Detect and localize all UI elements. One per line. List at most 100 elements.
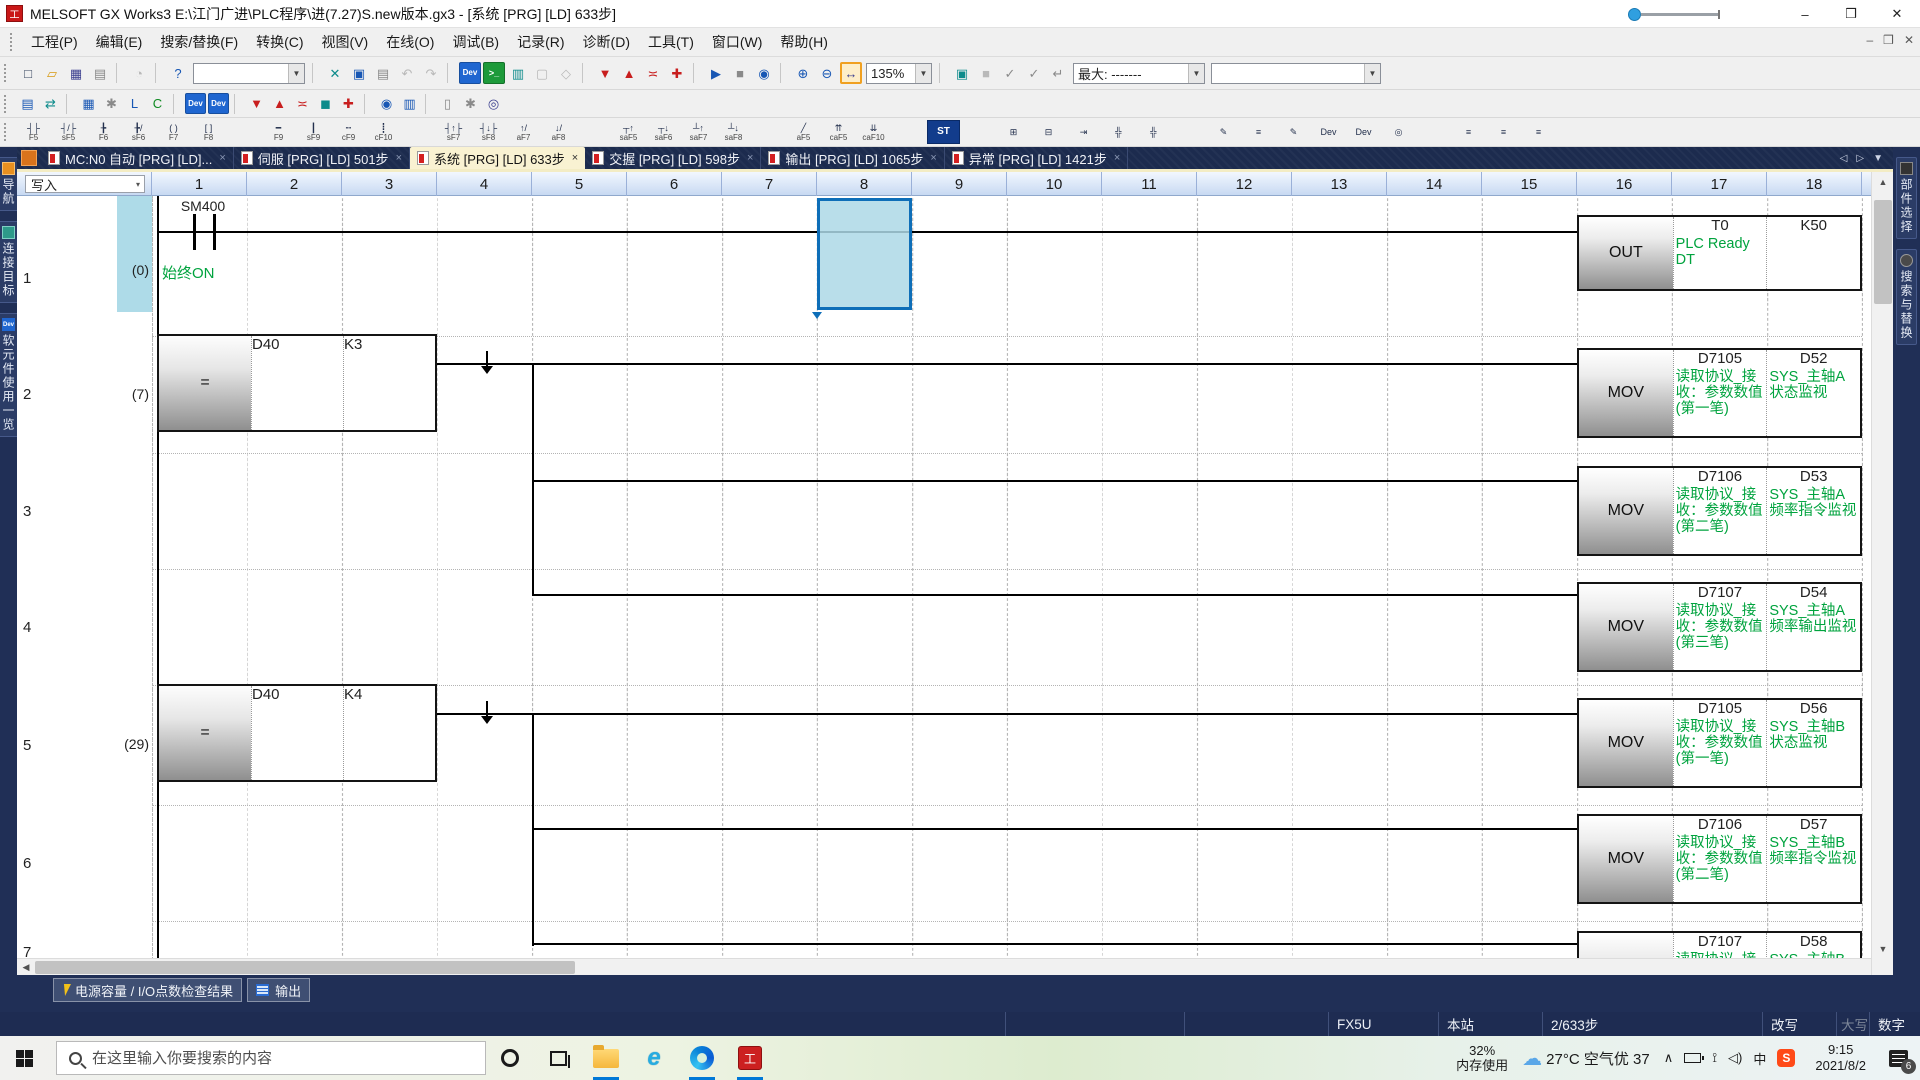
- compare-block[interactable]: = D40 K3: [157, 334, 437, 432]
- write-to-plc-icon[interactable]: ▼: [594, 62, 616, 84]
- navigation-window-icon[interactable]: ▤: [17, 93, 38, 114]
- application-instruction-button[interactable]: [ ]F8: [192, 120, 225, 144]
- list-view-icon-1[interactable]: ≡: [1452, 120, 1485, 144]
- chevron-down-icon[interactable]: ▼: [915, 64, 931, 83]
- contact-icon[interactable]: [213, 214, 216, 250]
- menu-item[interactable]: 编辑(E): [87, 28, 152, 56]
- invert-result-button[interactable]: ╱aF5: [787, 120, 820, 144]
- battery-icon[interactable]: [1684, 1053, 1701, 1063]
- global-label-icon[interactable]: L: [124, 93, 145, 114]
- network-icon[interactable]: ⟟: [1712, 1050, 1717, 1066]
- operand-device[interactable]: D58: [1767, 933, 1860, 951]
- column-header[interactable]: 15: [1482, 172, 1577, 196]
- chevron-down-icon[interactable]: ▼: [1364, 64, 1380, 83]
- ime-indicator[interactable]: 中: [1753, 1049, 1766, 1068]
- monitor-stop-icon[interactable]: ■: [729, 62, 751, 84]
- column-header[interactable]: 4: [437, 172, 532, 196]
- read-from-plc-icon[interactable]: ▲: [618, 62, 640, 84]
- tab-close-icon[interactable]: ×: [572, 152, 578, 164]
- mov-instruction-block[interactable]: MOV D7106 读取协议_接收：参数数值(第二笔) D53 SYS_主轴A频…: [1577, 466, 1862, 556]
- sogou-input-icon[interactable]: S: [1777, 1049, 1795, 1067]
- help-icon[interactable]: ?: [167, 62, 189, 84]
- branch-pulse-falling-close-button[interactable]: ┴↓saF8: [717, 120, 750, 144]
- chevron-down-icon[interactable]: ▼: [288, 64, 304, 83]
- parameter-icon[interactable]: ✱: [101, 93, 122, 114]
- taskbar-search-box[interactable]: [56, 1041, 486, 1075]
- write-mode-combo[interactable]: 写入▾: [25, 175, 145, 193]
- operand-device[interactable]: D7107: [1674, 584, 1767, 602]
- contact-icon[interactable]: [193, 214, 196, 250]
- open-project-icon[interactable]: ▱: [41, 62, 63, 84]
- connection-icon[interactable]: ⇄: [40, 93, 61, 114]
- plc-read-icon[interactable]: ▲: [269, 93, 290, 114]
- tab-close-icon[interactable]: ×: [1114, 152, 1120, 164]
- column-header[interactable]: 16: [1577, 172, 1672, 196]
- gx-works3-taskbar-button[interactable]: 工: [726, 1036, 774, 1080]
- operand-device[interactable]: D7105: [1674, 350, 1767, 368]
- menu-item[interactable]: 工具(T): [639, 28, 703, 56]
- operand-device[interactable]: D53: [1767, 468, 1860, 486]
- max-combo[interactable]: 最大: -------▼: [1073, 63, 1205, 84]
- st-console-icon[interactable]: >_: [483, 62, 505, 84]
- tab-close-icon[interactable]: ×: [219, 152, 225, 164]
- undo-icon[interactable]: ↶: [396, 62, 418, 84]
- module-config-icon[interactable]: ▥: [507, 62, 529, 84]
- program-body-icon[interactable]: ▦: [78, 93, 99, 114]
- monitor-start-icon[interactable]: ▶: [705, 62, 727, 84]
- zoom-fit-icon[interactable]: ↔: [840, 62, 862, 84]
- branch-pulse-rising-close-button[interactable]: ┴↑saF7: [682, 120, 715, 144]
- operand-device[interactable]: D52: [1767, 350, 1860, 368]
- memory-usage-widget[interactable]: 32% 内存使用: [1442, 1043, 1522, 1073]
- delete-horizontal-button[interactable]: ┉cF9: [332, 120, 365, 144]
- tab-output[interactable]: 输出 [PRG] [LD] 1065步 ×: [761, 147, 944, 169]
- chevron-down-icon[interactable]: ▾: [136, 180, 144, 189]
- wide-combo[interactable]: ▼: [1211, 63, 1381, 84]
- chevron-down-icon[interactable]: ▼: [1188, 64, 1204, 83]
- list-view-icon-3[interactable]: ≡: [1522, 120, 1555, 144]
- column-header[interactable]: 17: [1672, 172, 1767, 196]
- ladder-content[interactable]: 1 2 3 4 5 6 7 SM400 (0) 始终ON: [17, 196, 1871, 958]
- step-return-icon[interactable]: ↵: [1047, 62, 1069, 84]
- operand-device[interactable]: K4: [344, 686, 362, 703]
- mdi-restore-icon[interactable]: ❒: [1883, 33, 1894, 47]
- weather-widget[interactable]: 27°C 空气优 37: [1546, 1048, 1650, 1069]
- maximize-button[interactable]: ❒: [1828, 0, 1874, 28]
- tab-output-window[interactable]: 输出: [247, 978, 310, 1002]
- mov-instruction-block[interactable]: MOV D7105 读取协议_接收：参数数值(第一笔) D56 SYS_主轴B状…: [1577, 698, 1862, 788]
- zoom-out-icon[interactable]: ⊖: [816, 62, 838, 84]
- contact-close-or-button[interactable]: ╊/sF6: [122, 120, 155, 144]
- operand-device[interactable]: D54: [1767, 584, 1860, 602]
- horizontal-scroll-thumb[interactable]: [35, 961, 575, 974]
- column-header[interactable]: 7: [722, 172, 817, 196]
- redo-icon[interactable]: ↷: [420, 62, 442, 84]
- options-icon[interactable]: ✱: [460, 93, 481, 114]
- mov-instruction-block[interactable]: MOV D7107 读取协议_接收：参数数值(第三笔) D54 SYS_主轴A频…: [1577, 582, 1862, 672]
- convert-rising-button[interactable]: ⇈caF5: [822, 120, 855, 144]
- column-header[interactable]: 5: [532, 172, 627, 196]
- contact-open-button[interactable]: ┤├F5: [17, 120, 50, 144]
- monitor-window-icon[interactable]: ◉: [376, 93, 397, 114]
- selection-cursor[interactable]: [817, 198, 912, 310]
- operand-device[interactable]: K3: [344, 336, 362, 353]
- plc-verify-icon[interactable]: ≍: [292, 93, 313, 114]
- cut-icon[interactable]: ✕: [324, 62, 346, 84]
- device-comment-icon[interactable]: C: [147, 93, 168, 114]
- menu-item[interactable]: 调试(B): [443, 28, 508, 56]
- element-icon[interactable]: ◇: [555, 62, 577, 84]
- task-view-button[interactable]: [534, 1036, 582, 1080]
- tab-handshake[interactable]: 交握 [PRG] [LD] 598步 ×: [585, 147, 761, 169]
- mov-instruction-block[interactable]: MOV D7106 读取协议_接收：参数数值(第二笔) D57 SYS_主轴B频…: [1577, 814, 1862, 904]
- new-project-icon[interactable]: □: [17, 62, 39, 84]
- column-header[interactable]: 18: [1767, 172, 1862, 196]
- memory-card-icon[interactable]: ▯: [437, 93, 458, 114]
- menu-item[interactable]: 帮助(H): [771, 28, 836, 56]
- menu-item[interactable]: 记录(R): [508, 28, 573, 56]
- compare-block[interactable]: = D40 K4: [157, 684, 437, 782]
- pulse-falling-button[interactable]: ┤↓├sF8: [472, 120, 505, 144]
- scroll-left-icon[interactable]: ◀: [17, 959, 35, 976]
- taskbar-clock[interactable]: 9:15 2021/8/2: [1805, 1042, 1876, 1074]
- delete-row-icon[interactable]: ⊟: [1032, 120, 1065, 144]
- operand-device[interactable]: D57: [1767, 816, 1860, 834]
- menu-item[interactable]: 工程(P): [22, 28, 87, 56]
- scroll-up-icon[interactable]: ▲: [1872, 172, 1893, 191]
